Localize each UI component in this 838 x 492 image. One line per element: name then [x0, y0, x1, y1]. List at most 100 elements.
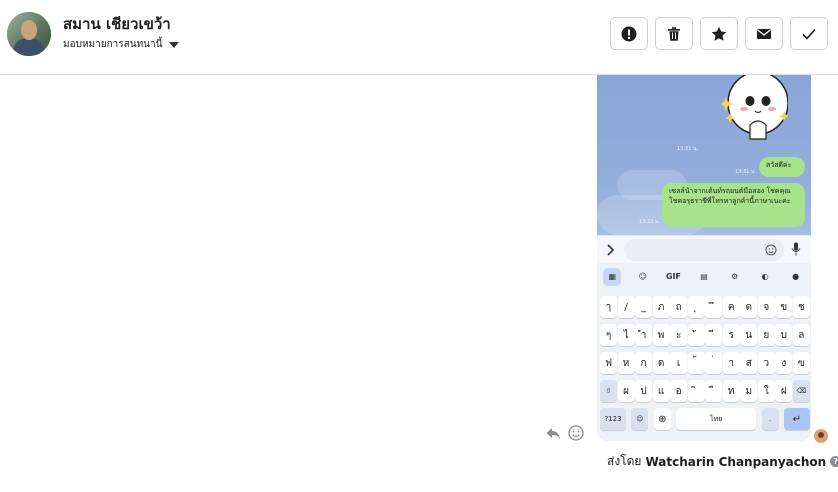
screenshot-text-field [624, 239, 784, 261]
key: _ [635, 296, 653, 318]
key: พ [652, 324, 670, 346]
gif-label: GIF [665, 272, 681, 281]
screenshot-input-row [597, 235, 811, 263]
contact-name[interactable]: สมาน เชียวเขว้า [63, 12, 171, 36]
chat-bubble-long: เซลล์นำจากเต้นท์รถยนต์มือสอง โชคคุณโชคอร… [662, 183, 805, 227]
keyboard-row-2: ๆ ไ ำ พ ะ ั ี ร น ย บ ล [600, 324, 810, 346]
space-key: ไทย [676, 408, 757, 430]
key: ไ [617, 324, 635, 346]
sent-by-prefix: ส่งโดย [607, 454, 642, 468]
palette-icon: ◐ [761, 272, 769, 281]
keyboard-row-5: ?123 ☺ ⊕ ไทย . ↵ [600, 408, 810, 430]
key: ื [705, 380, 723, 402]
settings-gear-icon: ⚙ [730, 272, 739, 281]
keyboard-toolbar: ▦ ☺ GIF ▤ ⚙ ◐ ● [597, 263, 811, 290]
check-icon [802, 28, 816, 40]
key: ิ [687, 380, 705, 402]
key: ฟ [600, 352, 617, 374]
period-key: . [761, 408, 779, 430]
key: ป [635, 380, 653, 402]
star-icon [711, 26, 727, 41]
numbers-key: ?123 [600, 408, 626, 430]
key: ฃ [792, 352, 810, 374]
microphone-icon: ● [792, 272, 800, 281]
key: ใ [757, 380, 775, 402]
key: ี [705, 324, 723, 346]
key: ฝ [775, 380, 793, 402]
key: ถ [670, 296, 688, 318]
sent-by-line: ส่งโดย Watcharin Chanpanyachon ? [607, 452, 838, 471]
message-actions [545, 425, 584, 441]
mark-unread-button[interactable] [745, 17, 783, 50]
key: ล [792, 324, 810, 346]
key: ึ [705, 296, 723, 318]
timestamp: 13:31 น. [735, 169, 757, 175]
clipboard-icon: ▤ [700, 272, 708, 281]
trash-icon [668, 26, 680, 41]
key: ร [722, 324, 740, 346]
key: ก [635, 352, 653, 374]
key: / [617, 296, 635, 318]
sender-name: Watcharin Chanpanyachon [645, 454, 827, 469]
key: ๆ [600, 324, 617, 346]
reply-icon[interactable] [545, 425, 561, 441]
sender-avatar [814, 429, 828, 443]
key: บ [775, 324, 793, 346]
react-emoji-icon[interactable] [568, 425, 584, 441]
enter-icon: ↵ [783, 408, 810, 430]
microphone-icon [791, 242, 801, 256]
star-button[interactable] [700, 17, 738, 50]
key: ท [722, 380, 740, 402]
key: ้ [687, 352, 705, 374]
delete-button[interactable] [655, 17, 693, 50]
spam-button[interactable] [610, 17, 648, 50]
sticker-icon: ☺ [638, 272, 648, 281]
key: แ [652, 380, 670, 402]
key: ส [740, 352, 758, 374]
keyboard-row-1: ๅ / _ ภ ถ ุ ึ ค ต จ ข ช [600, 296, 810, 318]
chat-bubble-short: สวัสดีค่ะ [759, 157, 805, 177]
key: ุ [687, 296, 705, 318]
key: ค [722, 296, 740, 318]
key: น [740, 324, 758, 346]
screenshot-chat-area: 13:31 น. 13:31 น. 13:32 น. สวัสดีค่ะ เซล… [597, 75, 811, 235]
info-icon[interactable]: ? [830, 456, 838, 467]
key: ง [775, 352, 793, 374]
key: ต [740, 296, 758, 318]
apps-grid-icon: ▦ [603, 267, 622, 286]
key: ะ [670, 324, 688, 346]
key: ข [775, 296, 793, 318]
sticker-image [722, 75, 788, 140]
key: ว [757, 352, 775, 374]
keyboard-row-3: ฟ ห ก ด เ ้ ่ า ส ว ง ฃ [600, 352, 810, 374]
keyboard-row-4: ⇧ ผ ป แ อ ิ ื ท ม ใ ฝ ⌫ [600, 380, 810, 402]
emoji-comma-key: ☺ [631, 408, 649, 430]
assign-conversation-dropdown[interactable]: มอบหมายการสนทนานี้ [63, 37, 180, 52]
alert-circle-icon [621, 26, 637, 41]
key: ภ [652, 296, 670, 318]
caret-down-icon [169, 41, 180, 48]
key: ด [652, 352, 670, 374]
contact-avatar[interactable] [7, 12, 51, 56]
key: ๅ [600, 296, 617, 318]
globe-icon: ⊕ [653, 408, 671, 430]
image-attachment[interactable]: 13:31 น. 13:31 น. 13:32 น. สวัสดีค่ะ เซล… [597, 75, 811, 441]
backspace-icon: ⌫ [792, 380, 810, 402]
done-button[interactable] [790, 17, 828, 50]
key: ห [617, 352, 635, 374]
screenshot-keyboard: ▦ ☺ GIF ▤ ⚙ ◐ ● ๅ / _ ภ ถ ุ ึ ค ต จ ข ช … [597, 263, 811, 441]
key: ำ [635, 324, 653, 346]
key: จ [757, 296, 775, 318]
key: ม [740, 380, 758, 402]
key: เ [670, 352, 688, 374]
key: ่ [705, 352, 723, 374]
key: อ [670, 380, 688, 402]
timestamp: 13:31 น. [677, 146, 699, 152]
envelope-icon [757, 28, 771, 39]
chevron-right-icon [607, 244, 615, 256]
assign-label: มอบหมายการสนทนานี้ [63, 39, 163, 50]
key: ั [687, 324, 705, 346]
key: ช [792, 296, 810, 318]
key: า [722, 352, 740, 374]
emoji-icon [765, 244, 777, 256]
